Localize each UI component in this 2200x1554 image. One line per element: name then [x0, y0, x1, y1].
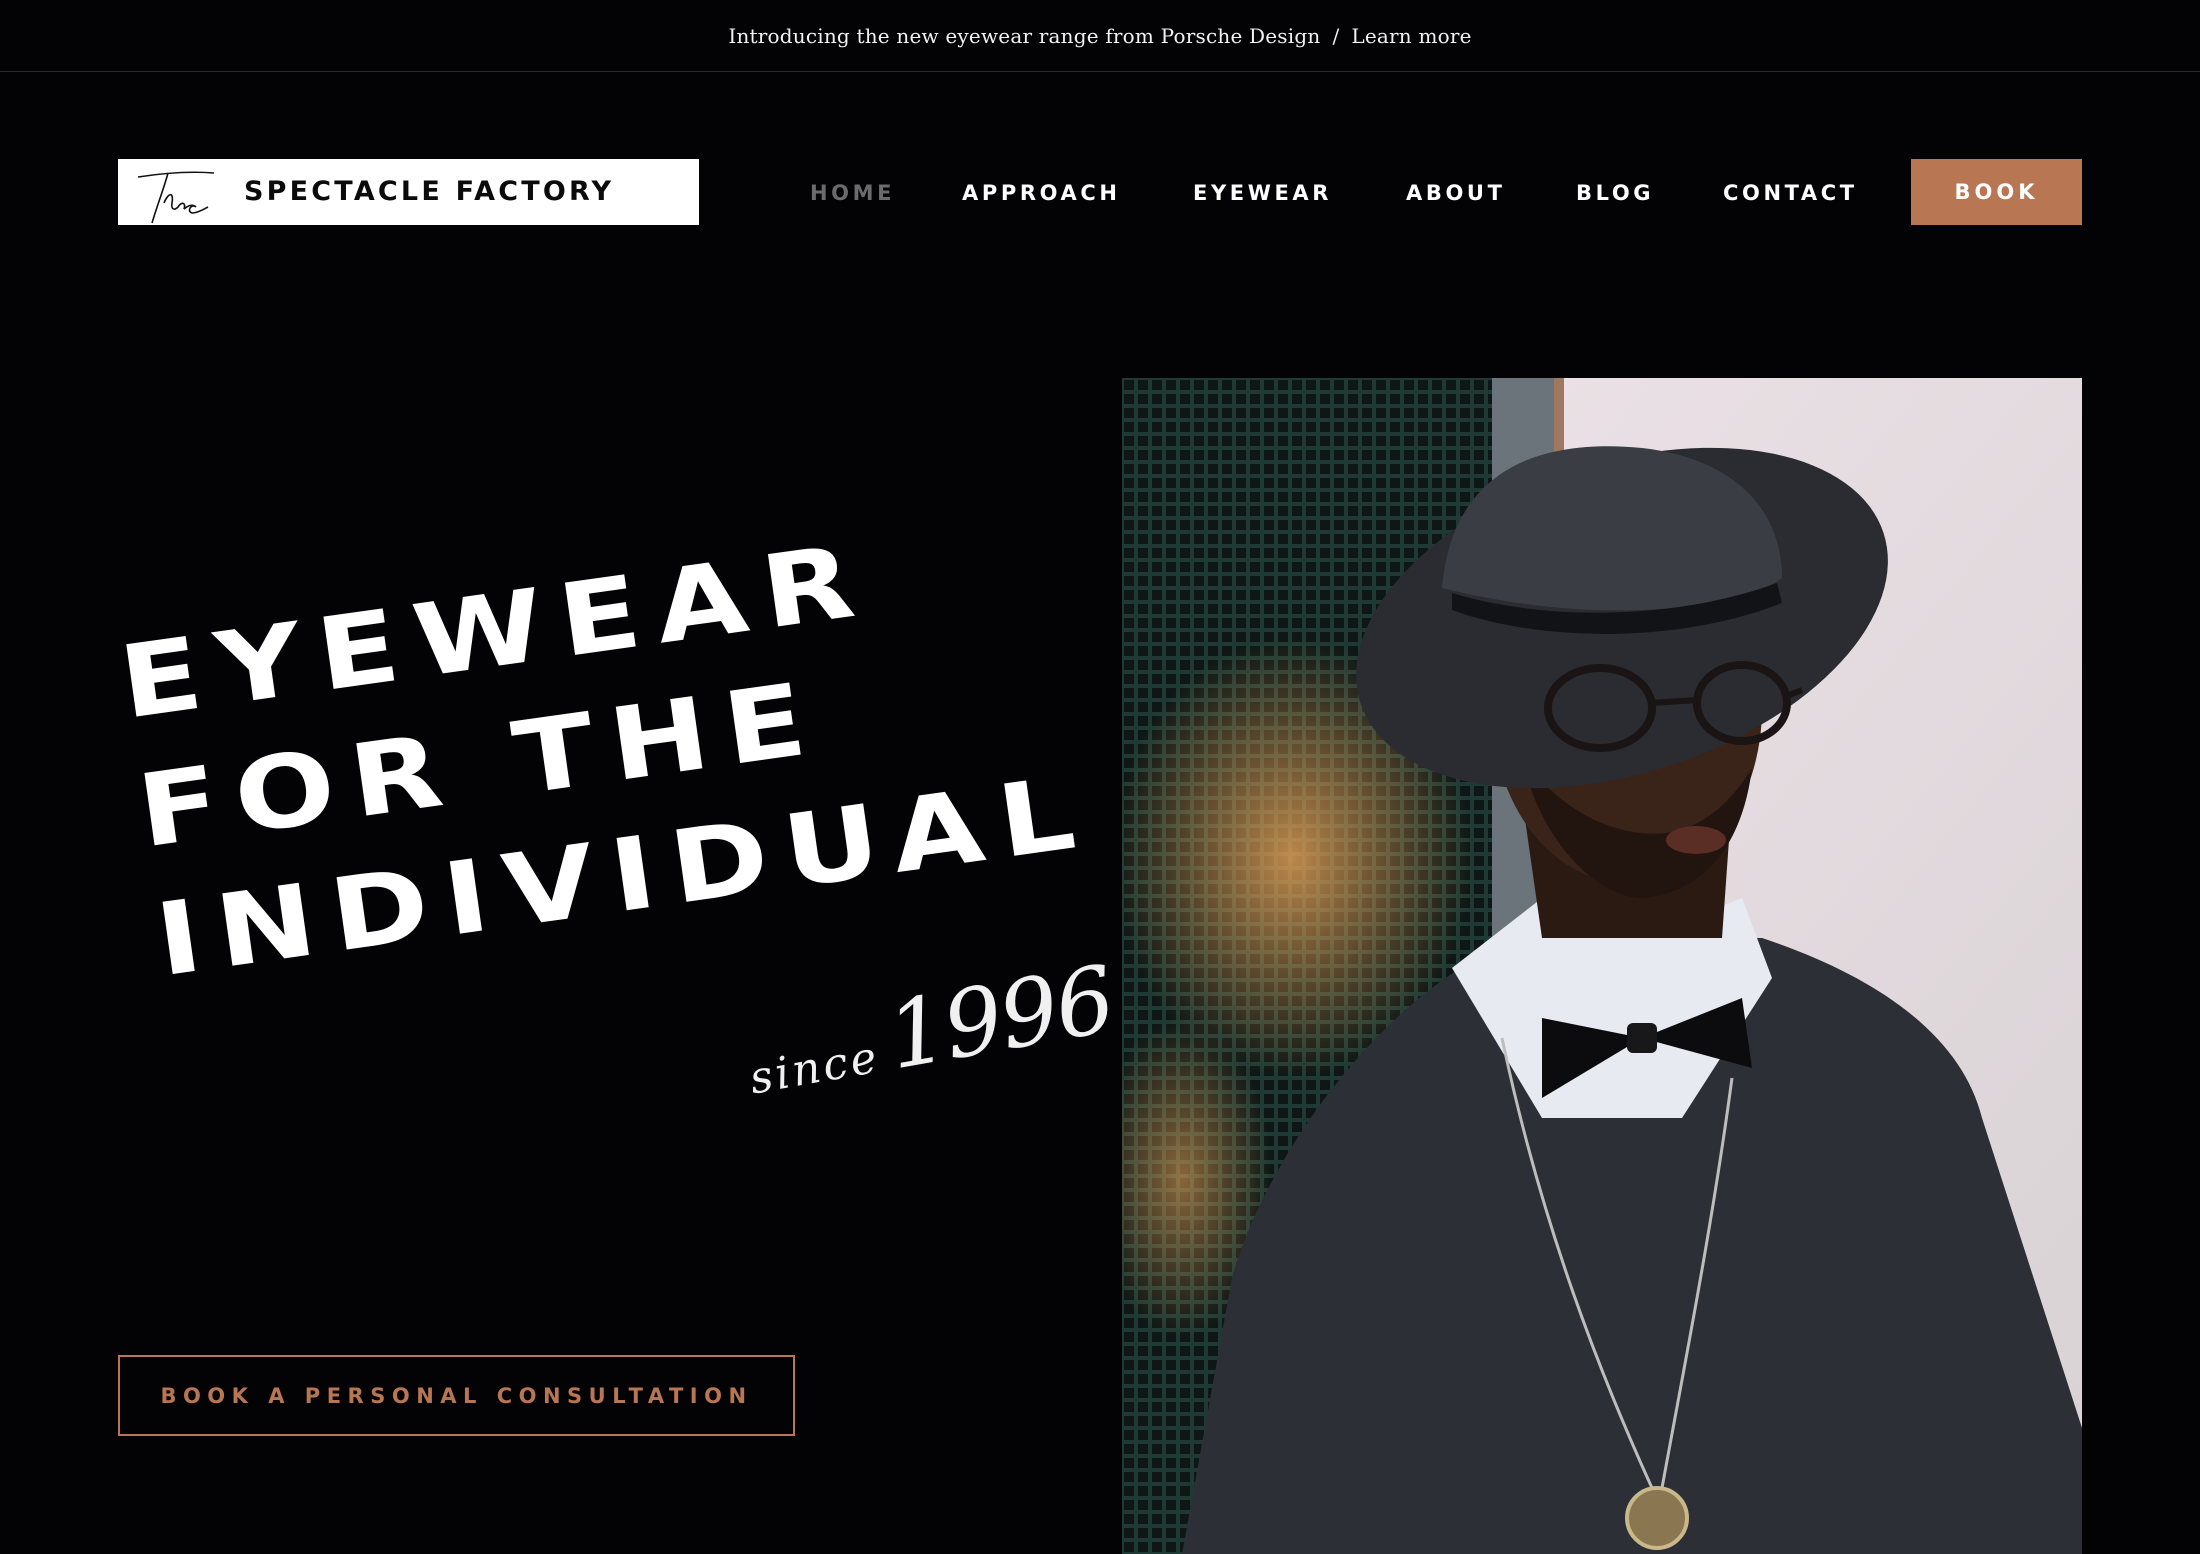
hero-photo: [1122, 378, 2082, 1554]
announcement-text: Introducing the new eyewear range from P…: [728, 23, 1321, 48]
nav-blog[interactable]: BLOG: [1576, 181, 1654, 205]
announcement-bar: Introducing the new eyewear range from P…: [0, 0, 2200, 72]
nav-contact[interactable]: CONTACT: [1723, 181, 1858, 205]
nav-home[interactable]: HOME: [810, 181, 895, 205]
logo-name: SPECTACLE FACTORY: [244, 176, 615, 207]
site-logo[interactable]: SPECTACLE FACTORY: [118, 159, 699, 225]
nav-eyewear[interactable]: EYEWEAR: [1193, 181, 1332, 205]
logo-script-mark: [137, 171, 215, 224]
nav-about[interactable]: ABOUT: [1406, 181, 1506, 205]
since-word: since: [745, 1031, 884, 1105]
book-button[interactable]: BOOK: [1911, 159, 2082, 225]
learn-more-link[interactable]: Learn more: [1351, 24, 1471, 48]
book-consultation-button[interactable]: BOOK A PERSONAL CONSULTATION: [118, 1355, 795, 1436]
nav-approach[interactable]: APPROACH: [962, 181, 1121, 205]
announcement-separator: /: [1332, 23, 1340, 48]
